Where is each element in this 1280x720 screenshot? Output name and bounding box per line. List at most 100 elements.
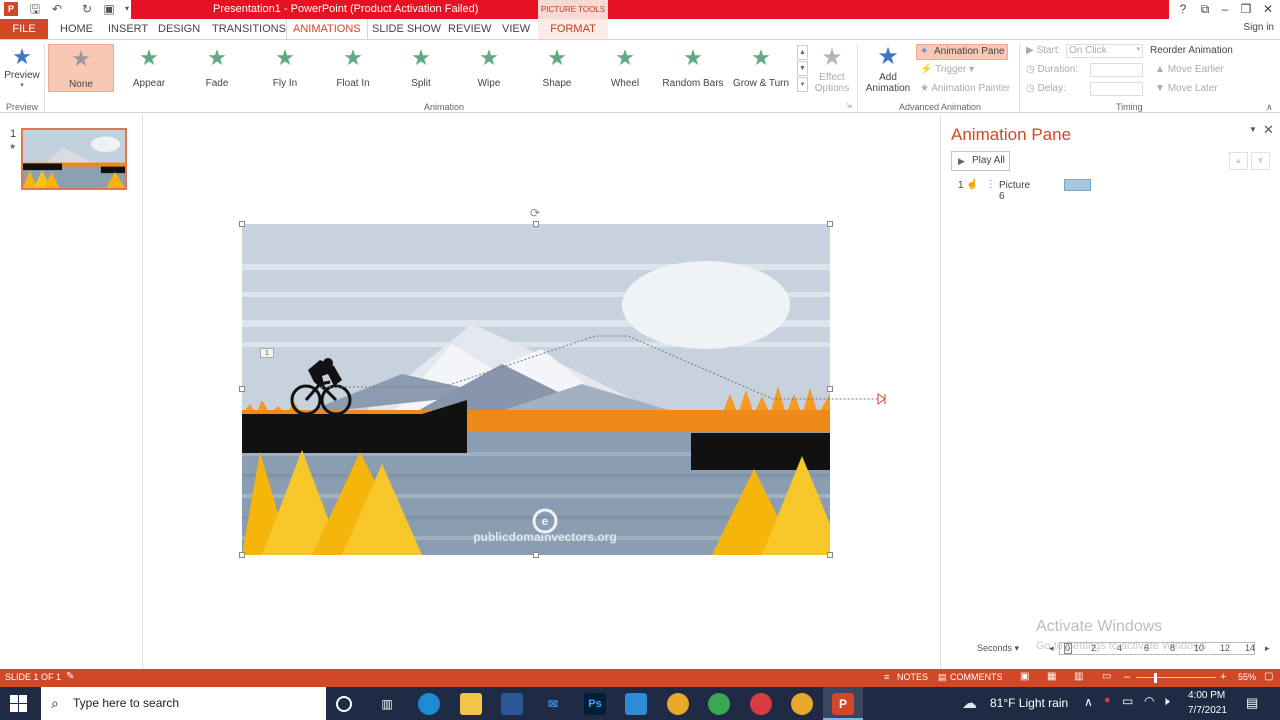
animation-effect-fly-in[interactable]: ★ Fly In — [252, 44, 318, 92]
zoom-slider-thumb[interactable] — [1154, 673, 1157, 683]
gallery-scroll-down-icon[interactable]: ▼ — [797, 61, 808, 76]
notes-button[interactable]: NOTES — [897, 672, 928, 682]
notes-icon[interactable]: ≡ — [884, 672, 889, 682]
edge-browser-icon[interactable] — [418, 693, 440, 715]
tab-file[interactable]: FILE — [0, 19, 48, 39]
cortana-icon[interactable] — [336, 696, 352, 712]
resize-handle[interactable] — [827, 386, 833, 392]
animation-painter-button[interactable]: ★ Animation Painter — [920, 83, 1010, 94]
chrome-profile-icon[interactable] — [750, 693, 772, 715]
effect-options-button[interactable]: ★ Effect Options — [812, 44, 852, 100]
app-icon[interactable] — [625, 693, 647, 715]
powerpoint-app-icon[interactable]: P — [4, 2, 18, 16]
slideshow-icon[interactable]: ▭ — [1102, 671, 1111, 682]
animation-number-tag[interactable]: 1 — [260, 348, 274, 358]
wifi-icon[interactable]: ◠ — [1144, 694, 1154, 708]
file-explorer-icon[interactable] — [460, 693, 482, 715]
close-button[interactable]: ✕ — [1259, 1, 1277, 17]
resize-handle[interactable] — [533, 221, 539, 227]
powerpoint-taskbar-button[interactable]: P — [823, 687, 863, 720]
gallery-scroll-up-icon[interactable]: ▲ — [797, 45, 808, 60]
weather-icon[interactable]: ☁ — [962, 694, 977, 712]
tab-home[interactable]: HOME — [54, 19, 99, 39]
pane-options-icon[interactable]: ▼ — [1249, 125, 1257, 134]
help-button[interactable]: ? — [1174, 1, 1192, 17]
tab-animations[interactable]: ANIMATIONS — [286, 19, 368, 39]
zoom-slider-track[interactable] — [1136, 677, 1216, 678]
undo-icon[interactable]: ↶ — [50, 2, 64, 16]
picture-6[interactable]: e publicdomainvectors.org — [242, 224, 830, 555]
tab-design[interactable]: DESIGN — [152, 19, 206, 39]
resize-handle[interactable] — [827, 221, 833, 227]
resize-handle[interactable] — [533, 552, 539, 558]
slide-thumbnail-1[interactable] — [21, 128, 127, 190]
windows-start-icon[interactable] — [10, 695, 27, 712]
chrome-profile-icon[interactable] — [791, 693, 813, 715]
comments-button[interactable]: COMMENTS — [950, 672, 1003, 682]
animation-effect-shape[interactable]: ★ Shape — [524, 44, 590, 92]
gallery-more-icon[interactable]: ▾ — [797, 77, 808, 92]
animation-effect-random-bars[interactable]: ★ Random Bars — [660, 44, 726, 92]
tab-view[interactable]: VIEW — [496, 19, 536, 39]
rotate-handle-icon[interactable]: ⟳ — [530, 206, 540, 220]
seconds-dropdown[interactable]: Seconds ▾ — [977, 643, 1019, 654]
volume-muted-icon[interactable]: 🕨 — [1162, 694, 1170, 709]
zoom-level[interactable]: 55% — [1238, 672, 1256, 682]
animation-effect-wipe[interactable]: ★ Wipe — [456, 44, 522, 92]
delay-field[interactable] — [1090, 82, 1143, 96]
collapse-ribbon-icon[interactable]: ∧ — [1266, 102, 1273, 113]
save-icon[interactable]: 🖫 — [28, 2, 42, 16]
resize-handle[interactable] — [239, 552, 245, 558]
taskbar-search-box[interactable]: ⌕ Type here to search — [41, 687, 326, 720]
move-down-icon[interactable]: ▼ — [1251, 152, 1270, 170]
animation-effect-appear[interactable]: ★ Appear — [116, 44, 182, 92]
sign-in-link[interactable]: Sign in — [1243, 22, 1274, 33]
tab-insert[interactable]: INSERT — [102, 19, 154, 39]
photoshop-icon[interactable]: Ps — [584, 693, 606, 715]
restore-button[interactable]: ❐ — [1237, 1, 1255, 17]
weather-text[interactable]: 81°F Light rain — [990, 696, 1068, 710]
task-view-icon[interactable]: ▥ — [376, 693, 398, 715]
chrome-icon[interactable] — [667, 693, 689, 715]
resize-handle[interactable] — [239, 386, 245, 392]
notifications-icon[interactable]: ▤ — [1246, 695, 1258, 711]
move-up-icon[interactable]: ▲ — [1229, 152, 1248, 170]
zoom-in-button[interactable]: + — [1220, 671, 1226, 683]
timeline-right-icon[interactable]: ▸ — [1265, 643, 1270, 654]
battery-icon[interactable]: ▭ — [1122, 694, 1133, 708]
tab-format[interactable]: FORMAT — [538, 19, 608, 39]
animation-effect-fade[interactable]: ★ Fade — [184, 44, 250, 92]
fit-to-window-icon[interactable]: ▢ — [1264, 671, 1273, 682]
move-later-button[interactable]: ▼ Move Later — [1155, 83, 1218, 94]
animation-effect-grow-turn[interactable]: ★ Grow & Turn — [728, 44, 794, 92]
resize-handle[interactable] — [239, 221, 245, 227]
add-animation-button[interactable]: ★ Add Animation — [860, 42, 916, 100]
animation-pane-button[interactable]: ✦ Animation Pane — [916, 44, 1008, 60]
zoom-out-button[interactable]: – — [1124, 671, 1130, 683]
slide-sorter-icon[interactable]: ▦ — [1047, 671, 1056, 682]
tab-slide-show[interactable]: SLIDE SHOW — [366, 19, 447, 39]
move-earlier-button[interactable]: ▲ Move Earlier — [1155, 64, 1224, 75]
trigger-button[interactable]: ⚡ Trigger ▾ — [920, 64, 974, 75]
duration-field[interactable] — [1090, 63, 1143, 77]
animation-effect-split[interactable]: ★ Split — [388, 44, 454, 92]
tab-review[interactable]: REVIEW — [442, 19, 497, 39]
minimize-button[interactable]: – — [1216, 1, 1234, 17]
redo-icon[interactable]: ↻ — [80, 2, 94, 16]
timeline-left-icon[interactable]: ◂ — [1049, 643, 1054, 654]
start-dropdown[interactable]: On Click ▾ — [1066, 44, 1143, 58]
dialog-launcher-icon[interactable]: ⇲ — [846, 102, 852, 110]
ribbon-display-options-button[interactable]: ⧉ — [1196, 1, 1214, 17]
tab-transitions[interactable]: TRANSITIONS — [206, 19, 292, 39]
animation-effect-none[interactable]: ★ None — [48, 44, 114, 92]
normal-view-icon[interactable]: ▣ — [1020, 671, 1029, 682]
resize-handle[interactable] — [827, 552, 833, 558]
show-hidden-icons[interactable]: ∧ — [1084, 695, 1093, 709]
close-pane-icon[interactable]: ✕ — [1263, 122, 1274, 138]
mail-icon[interactable]: ✉ — [542, 693, 564, 715]
timing-bar[interactable] — [1064, 179, 1091, 191]
reading-view-icon[interactable]: ▥ — [1074, 671, 1083, 682]
animation-effect-wheel[interactable]: ★ Wheel — [592, 44, 658, 92]
preview-button[interactable]: ★ Preview ▾ — [4, 44, 40, 94]
spell-check-icon[interactable]: ✎ — [66, 671, 74, 682]
